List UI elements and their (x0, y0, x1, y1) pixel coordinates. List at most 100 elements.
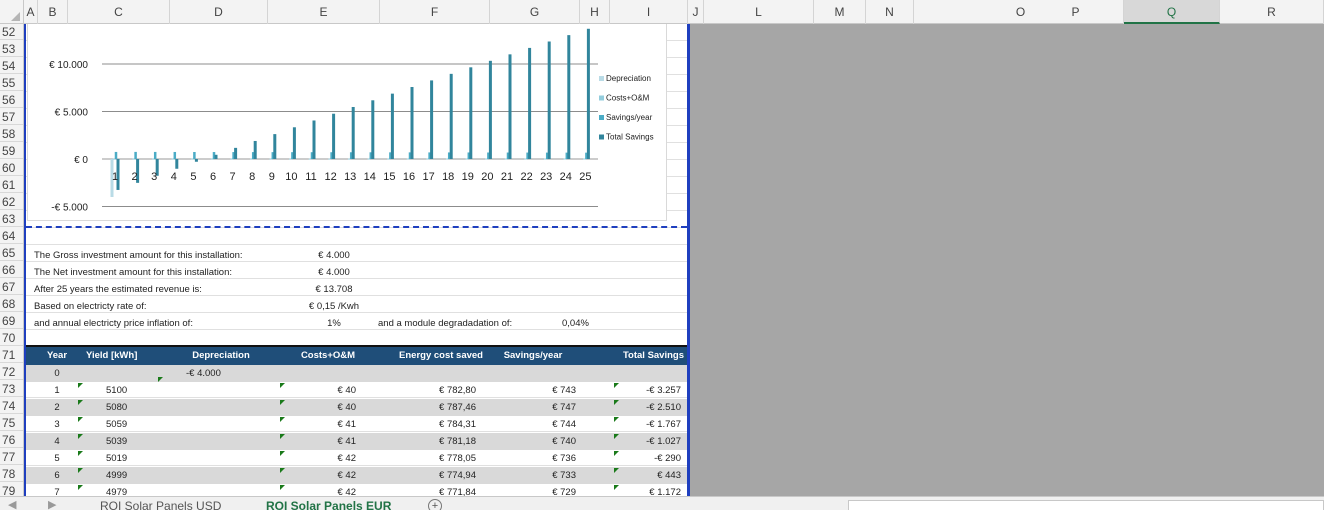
row-headers: 52 53 54 55 56 57 58 59 60 61 62 63 64 65 66 67 68 69 70 71… (0, 24, 24, 496)
row-header-54[interactable]: 54 (0, 58, 23, 74)
column-header-j[interactable]: J (688, 0, 704, 24)
error-indicator-icon[interactable] (78, 383, 83, 388)
add-sheet-icon[interactable]: + (428, 499, 442, 510)
error-indicator-icon[interactable] (280, 400, 285, 405)
table-cell: € 781,18 (439, 436, 476, 447)
table-cell: -€ 2.510 (646, 402, 681, 413)
row-header-74[interactable]: 74 (0, 398, 23, 414)
bar-total-savings-14 (371, 100, 375, 159)
row-header-67[interactable]: 67 (0, 279, 23, 295)
row-header-72[interactable]: 72 (0, 364, 23, 380)
table-cell: € 782,80 (439, 385, 476, 396)
row-header-63[interactable]: 63 (0, 211, 23, 227)
row-header-70[interactable]: 70 (0, 330, 23, 346)
table-cell: € 41 (337, 436, 357, 447)
column-header-e[interactable]: E (268, 0, 380, 24)
table-cell: € 747 (552, 402, 576, 413)
column-header-c[interactable]: C (68, 0, 170, 24)
column-header-h[interactable]: H (580, 0, 610, 24)
error-indicator-icon[interactable] (614, 417, 619, 422)
column-header-q[interactable]: Q (1124, 0, 1220, 24)
x-tick-label: 13 (344, 171, 356, 183)
row-header-71[interactable]: 71 (0, 347, 23, 363)
column-header-n[interactable]: N (866, 0, 914, 24)
row-header-58[interactable]: 58 (0, 126, 23, 142)
error-indicator-icon[interactable] (280, 383, 285, 388)
chart-canvas: € 10.000€ 5.000€ 0-€ 5.0001 2 3 4 5 6 7 8 9 10 11 1… (49, 28, 654, 214)
row-header-55[interactable]: 55 (0, 75, 23, 91)
row-header-53[interactable]: 53 (0, 41, 23, 57)
column-header-m[interactable]: M (814, 0, 866, 24)
tab-next-icon[interactable]: ▶ (48, 497, 56, 510)
error-indicator-icon[interactable] (614, 485, 619, 490)
row-header-65[interactable]: 65 (0, 245, 23, 261)
x-tick-label: 5 (190, 171, 196, 183)
column-header-costs-o-m: Costs+O&M (300, 350, 356, 361)
error-indicator-icon[interactable] (78, 451, 83, 456)
row-header-66[interactable]: 66 (0, 262, 23, 278)
column-header-f[interactable]: F (380, 0, 490, 24)
row-header-59[interactable]: 59 (0, 143, 23, 159)
table-cell: € 736 (552, 453, 576, 464)
table-cell: € 744 (552, 419, 576, 430)
error-indicator-icon[interactable] (280, 485, 285, 490)
error-indicator-icon[interactable] (78, 468, 83, 473)
row-header-68[interactable]: 68 (0, 296, 23, 312)
column-header-p[interactable]: P (1028, 0, 1124, 24)
row-header-62[interactable]: 62 (0, 194, 23, 210)
summary-value: € 0,15 /Kwh (308, 301, 360, 312)
column-header-d[interactable]: D (170, 0, 268, 24)
error-indicator-icon[interactable] (280, 451, 285, 456)
bar-total-savings-20 (488, 60, 492, 159)
row-header-75[interactable]: 75 (0, 415, 23, 431)
horizontal-scrollbar[interactable] (848, 500, 1324, 510)
table-cell: -€ 1.767 (646, 419, 681, 430)
error-indicator-icon[interactable] (280, 468, 285, 473)
column-header-year: Year (46, 350, 68, 361)
row-header-64[interactable]: 64 (0, 228, 23, 244)
row-header-61[interactable]: 61 (0, 177, 23, 193)
error-indicator-icon[interactable] (614, 400, 619, 405)
select-all-corner[interactable] (0, 0, 24, 24)
row-header-78[interactable]: 78 (0, 466, 23, 482)
error-indicator-icon[interactable] (614, 468, 619, 473)
row-header-77[interactable]: 77 (0, 449, 23, 465)
row-header-79[interactable]: 79 (0, 483, 23, 496)
tab-roi-eur[interactable]: ROI Solar Panels EUR (266, 497, 391, 510)
page-break-right (687, 24, 690, 496)
error-indicator-icon[interactable] (280, 417, 285, 422)
column-header-g[interactable]: G (490, 0, 580, 24)
worksheet-grid[interactable]: € 10.000 € 5.000 € 0 -€ 5.000 1 2 3 4 5 6 7 8 9 10 11 1… (24, 24, 1324, 496)
column-header-i[interactable]: I (610, 0, 688, 24)
table-row: 1 5100 € 40 € 782,80 € 743 -€ 3.257 (26, 382, 687, 399)
row-header-52[interactable]: 52 (0, 24, 23, 40)
row-header-56[interactable]: 56 (0, 92, 23, 108)
x-tick-label: 12 (324, 171, 336, 183)
column-header-l[interactable]: L (704, 0, 814, 24)
x-tick-label: 24 (560, 171, 572, 183)
y-tick-label: € 0 (74, 155, 88, 166)
column-header-r[interactable]: R (1220, 0, 1324, 24)
column-header-b[interactable]: B (38, 0, 68, 24)
degradation-label: and a module degradadation of: (378, 318, 513, 329)
tab-roi-usd[interactable]: ROI Solar Panels USD (100, 497, 221, 510)
error-indicator-icon[interactable] (614, 434, 619, 439)
error-indicator-icon[interactable] (280, 434, 285, 439)
table-cell: 4999 (106, 470, 128, 481)
error-indicator-icon[interactable] (614, 451, 619, 456)
table-cell: € 42 (337, 470, 357, 481)
error-indicator-icon[interactable] (78, 485, 83, 490)
row-header-60[interactable]: 60 (0, 160, 23, 176)
savings-chart[interactable]: € 10.000 € 5.000 € 0 -€ 5.000 1 2 3 4 5 6 7 8 9 10 11 1… (27, 24, 667, 221)
row-header-57[interactable]: 57 (0, 109, 23, 125)
error-indicator-icon[interactable] (614, 383, 619, 388)
row-header-69[interactable]: 69 (0, 313, 23, 329)
error-indicator-icon[interactable] (78, 417, 83, 422)
x-tick-label: 21 (501, 171, 513, 183)
column-header-a[interactable]: A (24, 0, 38, 24)
error-indicator-icon[interactable] (78, 400, 83, 405)
row-header-76[interactable]: 76 (0, 432, 23, 448)
row-header-73[interactable]: 73 (0, 381, 23, 397)
error-indicator-icon[interactable] (78, 434, 83, 439)
tab-prev-icon[interactable]: ◀ (8, 497, 16, 510)
